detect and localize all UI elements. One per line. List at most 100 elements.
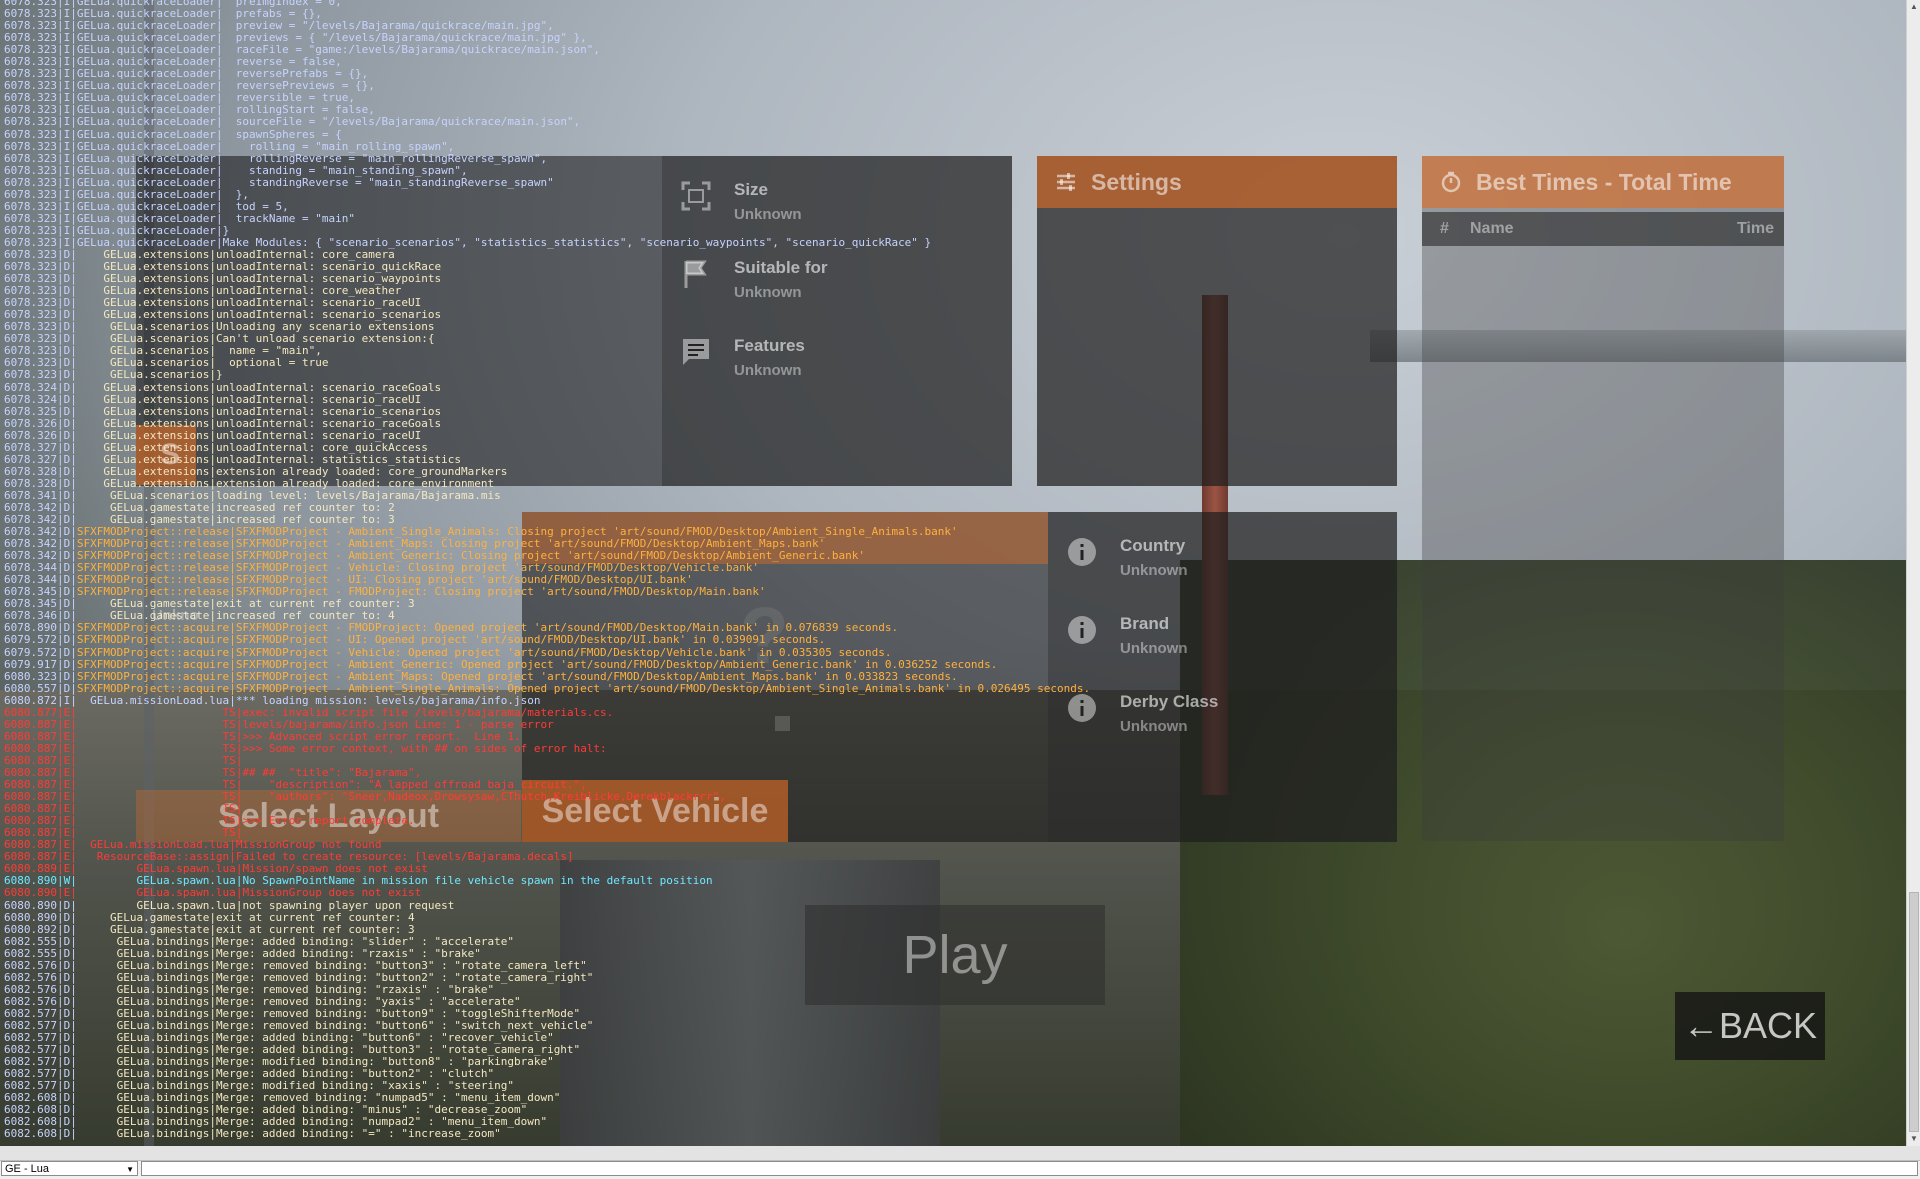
log-source: GELua.gamestate xyxy=(76,597,210,611)
log-timestamp: 6078.323 xyxy=(4,235,57,249)
log-separator: | xyxy=(56,416,64,430)
log-separator: | xyxy=(70,669,77,683)
log-message: exit at current ref counter: 3 xyxy=(215,597,415,611)
log-source: GELua.quickraceLoader xyxy=(76,19,216,33)
log-separator: | xyxy=(70,235,77,249)
log-timestamp: 6082.577 xyxy=(4,1067,57,1081)
log-timestamp: 6078.323 xyxy=(4,320,57,334)
log-message: spawnSpheres = { xyxy=(222,127,342,141)
console-command-input[interactable] xyxy=(141,1161,1918,1176)
console-vertical-scrollbar[interactable]: ▲ ▼ xyxy=(1906,0,1920,1146)
log-separator: | xyxy=(56,115,64,129)
log-message: loading level: levels/Bajarama/Bajarama.… xyxy=(215,488,501,502)
log-source: TS xyxy=(76,826,236,840)
log-separator: | xyxy=(56,187,64,201)
log-separator: | xyxy=(56,633,64,647)
log-separator: | xyxy=(56,428,64,442)
log-message: unloadInternal: core_camera xyxy=(215,247,395,261)
log-separator: | xyxy=(56,404,64,418)
log-source: GELua.quickraceLoader xyxy=(76,7,216,21)
log-timestamp: 6078.323 xyxy=(4,247,57,261)
console-context-value: GE - Lua xyxy=(5,1163,50,1175)
log-separator: | xyxy=(70,814,77,828)
log-source: GELua.extensions xyxy=(76,476,210,490)
log-timestamp: 6082.608 xyxy=(4,1103,57,1117)
console-log-area[interactable]: 6078.323|I|GELua.quickraceLoader| preImg… xyxy=(0,0,1906,1146)
log-separator: | xyxy=(70,175,77,189)
log-source: TS xyxy=(76,705,236,719)
log-message: SFXFMODProject - Ambient_Generic: Closin… xyxy=(235,549,865,563)
log-separator: | xyxy=(56,500,64,514)
log-timestamp: 6078.328 xyxy=(4,476,57,490)
log-source: GELua.gamestate xyxy=(76,513,210,527)
log-separator: | xyxy=(56,645,64,659)
log-separator: | xyxy=(215,67,223,81)
log-separator: | xyxy=(56,235,64,249)
console-horizontal-scrollbar[interactable] xyxy=(0,1146,1920,1160)
log-separator: | xyxy=(215,199,223,213)
log-separator: | xyxy=(56,525,64,539)
log-separator: | xyxy=(209,500,216,514)
log-message: Merge: modified binding: "button8" : "pa… xyxy=(215,1055,554,1069)
scroll-up-arrow-icon[interactable]: ▲ xyxy=(1907,0,1920,14)
log-separator: | xyxy=(215,151,223,165)
log-message: not spawning player upon request xyxy=(242,898,455,912)
log-message: Mission/spawn does not exist xyxy=(242,862,428,876)
log-timestamp: 6080.887 xyxy=(4,778,57,792)
log-separator: | xyxy=(209,488,216,502)
log-separator: | xyxy=(56,103,64,117)
log-source: GELua.extensions xyxy=(76,404,210,418)
log-separator: | xyxy=(229,585,236,599)
log-message: *** loading mission: levels/bajarama/inf… xyxy=(235,693,541,707)
log-separator: | xyxy=(229,561,236,575)
log-separator: | xyxy=(56,488,64,502)
log-separator: | xyxy=(70,1018,77,1032)
log-source: TS xyxy=(76,729,236,743)
log-source: GELua.bindings xyxy=(76,1006,210,1020)
log-separator: | xyxy=(70,693,77,707)
log-separator: | xyxy=(70,874,77,888)
log-separator: | xyxy=(215,31,223,45)
log-timestamp: 6078.323 xyxy=(4,103,57,117)
log-message: Merge: added binding: "button6" : "recov… xyxy=(215,1031,554,1045)
log-separator: | xyxy=(209,1103,216,1117)
log-timestamp: 6080.877 xyxy=(4,705,57,719)
log-separator: | xyxy=(229,621,236,635)
log-message: optional = true xyxy=(215,356,329,370)
log-message: SFXFMODProject - FMODProject: Opened pro… xyxy=(235,621,899,635)
log-separator: | xyxy=(209,296,216,310)
log-message: Unloading any scenario extensions xyxy=(215,320,435,334)
log-source: GELua.scenarios xyxy=(76,320,210,334)
scroll-down-arrow-icon[interactable]: ▼ xyxy=(1907,1132,1920,1146)
log-timestamp: 6082.576 xyxy=(4,982,57,996)
log-separator: | xyxy=(209,464,216,478)
log-message: Make Modules: { "scenario_scenarios", "s… xyxy=(222,235,932,249)
log-separator: | xyxy=(229,525,236,539)
log-separator: | xyxy=(229,681,236,695)
log-source: SFXFMODProject::acquire xyxy=(76,621,230,635)
log-separator: | xyxy=(209,452,216,466)
log-separator: | xyxy=(56,1067,64,1081)
log-source: GELua.scenarios xyxy=(76,344,210,358)
log-separator: | xyxy=(70,356,77,370)
log-timestamp: 6078.326 xyxy=(4,428,57,442)
log-separator: | xyxy=(209,982,216,996)
log-source: GELua.spawn.lua xyxy=(76,886,236,900)
log-separator: | xyxy=(229,838,236,852)
log-separator: | xyxy=(56,19,64,33)
log-separator: | xyxy=(209,1006,216,1020)
log-separator: | xyxy=(56,778,64,792)
log-separator: | xyxy=(215,175,223,189)
log-message: unloadInternal: scenario_raceGoals xyxy=(215,416,442,430)
log-timestamp: 6078.323 xyxy=(4,115,57,129)
log-timestamp: 6078.325 xyxy=(4,404,57,418)
log-timestamp: 6078.342 xyxy=(4,513,57,527)
log-message: rolling = "main_rolling_spawn", xyxy=(222,139,455,153)
scroll-thumb[interactable] xyxy=(1909,892,1919,1132)
log-separator: | xyxy=(56,717,64,731)
log-separator: | xyxy=(56,356,64,370)
console-context-select[interactable]: GE - Lua ▼ xyxy=(1,1161,138,1176)
log-separator: | xyxy=(70,380,77,394)
log-timestamp: 6078.323 xyxy=(4,344,57,358)
log-separator: | xyxy=(70,717,77,731)
